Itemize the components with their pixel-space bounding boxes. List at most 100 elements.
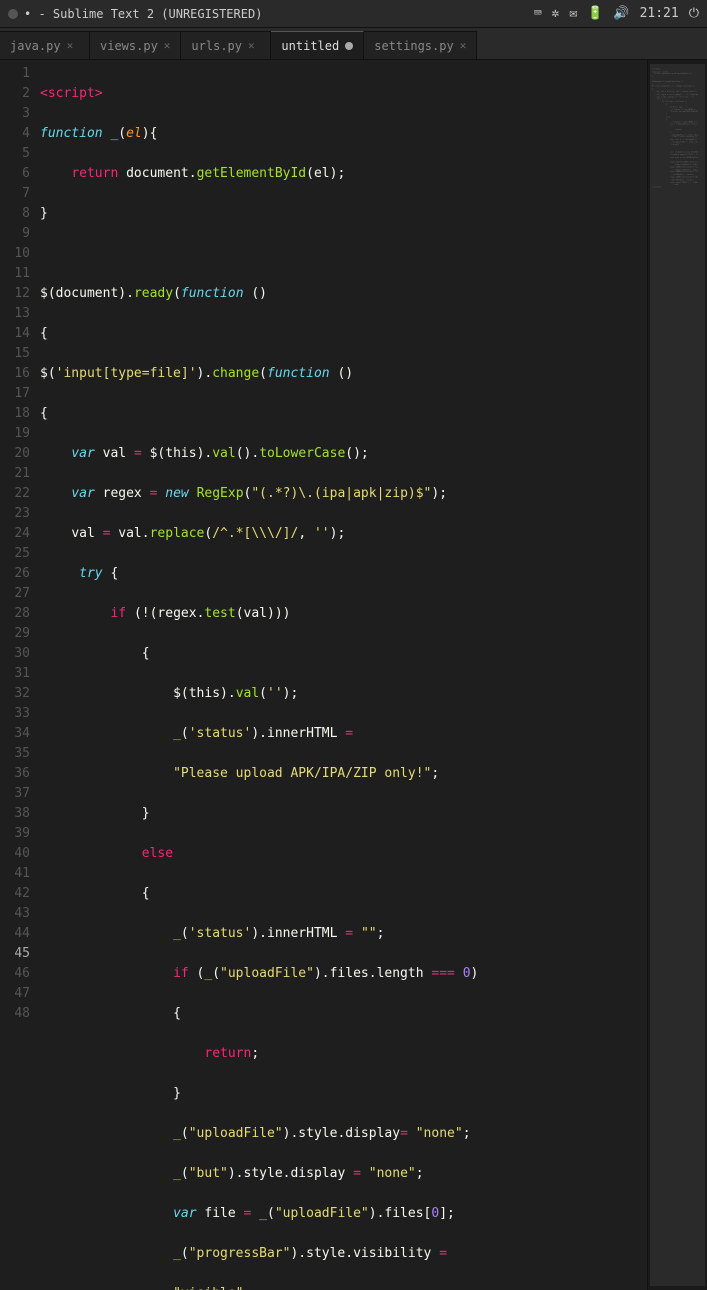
code-line-10: var val = $(this).val().toLowerCase(); [40,444,647,464]
ln-39: 39 [0,824,30,844]
ln-2: 2 [0,84,30,104]
ln-26: 26 [0,564,30,584]
ln-15: 15 [0,344,30,364]
code-line-21: { [40,884,647,904]
ln-7: 7 [0,184,30,204]
ln-24: 24 [0,524,30,544]
ln-18: 18 [0,404,30,424]
code-line-2: function _(el){ [40,124,647,144]
code-line-3: return document.getElementById(el); [40,164,647,184]
ln-20: 20 [0,444,30,464]
tab-settings-py[interactable]: settings.py ✕ [364,31,477,59]
ln-42: 42 [0,884,30,904]
code-line-16: $(this).val(''); [40,684,647,704]
ln-32: 32 [0,684,30,704]
code-line-9: { [40,404,647,424]
tab-close-icon[interactable]: ✕ [248,39,255,52]
code-line-18: "Please upload APK/IPA/ZIP only!"; [40,764,647,784]
ln-48: 48 [0,1004,30,1024]
code-line-30: _("progressBar").style.visibility = [40,1244,647,1264]
titlebar-left: • - Sublime Text 2 (UNREGISTERED) [8,7,262,21]
unsaved-dot [345,42,353,50]
ln-36: 36 [0,764,30,784]
minimap: <script> function _(el){ return document… [647,60,707,1290]
ln-27: 27 [0,584,30,604]
clock: 21:21 [640,6,679,21]
ln-5: 5 [0,144,30,164]
code-line-28: _("but").style.display = "none"; [40,1164,647,1184]
code-line-4: } [40,204,647,224]
ln-38: 38 [0,804,30,824]
ln-43: 43 [0,904,30,924]
code-line-11: var regex = new RegExp("(.*?)\.(ipa|apk|… [40,484,647,504]
code-line-8: $('input[type=file]').change(function () [40,364,647,384]
ln-23: 23 [0,504,30,524]
tab-label: views.py [100,39,158,53]
keyboard-icon: ⌨ [534,6,542,21]
ln-37: 37 [0,784,30,804]
code-line-20: else [40,844,647,864]
ln-44: 44 [0,924,30,944]
ln-28: 28 [0,604,30,624]
tab-close-icon[interactable]: ✕ [460,39,467,52]
code-line-29: var file = _("uploadFile").files[0]; [40,1204,647,1224]
tab-label: untitled [281,39,339,53]
code-line-27: _("uploadFile").style.display= "none"; [40,1124,647,1144]
code-line-22: _('status').innerHTML = ""; [40,924,647,944]
ln-25: 25 [0,544,30,564]
code-line-17: _('status').innerHTML = [40,724,647,744]
titlebar-title: • - Sublime Text 2 (UNREGISTERED) [24,7,262,21]
mail-icon: ✉ [569,6,577,21]
tab-urls-py[interactable]: urls.py ✕ [181,31,271,59]
ln-22: 22 [0,484,30,504]
ln-41: 41 [0,864,30,884]
code-line-23: if (_("uploadFile").files.length === 0) [40,964,647,984]
tab-close-icon[interactable]: ✕ [164,39,171,52]
tab-untitled[interactable]: untitled [271,31,364,59]
ln-9: 9 [0,224,30,244]
code-area[interactable]: 1 2 3 4 5 6 7 8 9 10 11 12 13 14 15 16 1… [0,60,647,1290]
tab-close-icon[interactable]: ✕ [67,39,74,52]
ln-4: 4 [0,124,30,144]
ln-31: 31 [0,664,30,684]
ln-14: 14 [0,324,30,344]
ln-45: 45 [0,944,30,964]
tab-label: java.py [10,39,61,53]
titlebar-right: ⌨ ✲ ✉ 🔋 🔊 21:21 ⏻ [534,6,699,21]
code-line-6: $(document).ready(function () [40,284,647,304]
code-line-13: try { [40,564,647,584]
bluetooth-icon: ✲ [552,6,560,21]
ln-16: 16 [0,364,30,384]
code-line-15: { [40,644,647,664]
battery-icon: 🔋 [587,6,603,21]
ln-29: 29 [0,624,30,644]
ln-11: 11 [0,264,30,284]
code-line-7: { [40,324,647,344]
ln-47: 47 [0,984,30,1004]
volume-icon: 🔊 [613,6,629,21]
tab-label: settings.py [374,39,453,53]
code-line-24: { [40,1004,647,1024]
window-dot [8,9,18,19]
ln-6: 6 [0,164,30,184]
code-content[interactable]: <script> function _(el){ return document… [36,60,647,1290]
code-line-26: } [40,1084,647,1104]
code-line-1: <script> [40,84,647,104]
ln-35: 35 [0,744,30,764]
code-line-5 [40,244,647,264]
tab-label: urls.py [191,39,242,53]
ln-33: 33 [0,704,30,724]
ln-34: 34 [0,724,30,744]
code-line-19: } [40,804,647,824]
code-line-14: if (!(regex.test(val))) [40,604,647,624]
tab-views-py[interactable]: views.py ✕ [90,31,181,59]
code-line-25: return; [40,1044,647,1064]
ln-12: 12 [0,284,30,304]
ln-40: 40 [0,844,30,864]
ln-19: 19 [0,424,30,444]
ln-30: 30 [0,644,30,664]
ln-3: 3 [0,104,30,124]
ln-21: 21 [0,464,30,484]
tab-java-py[interactable]: java.py ✕ [0,31,90,59]
titlebar: • - Sublime Text 2 (UNREGISTERED) ⌨ ✲ ✉ … [0,0,707,28]
